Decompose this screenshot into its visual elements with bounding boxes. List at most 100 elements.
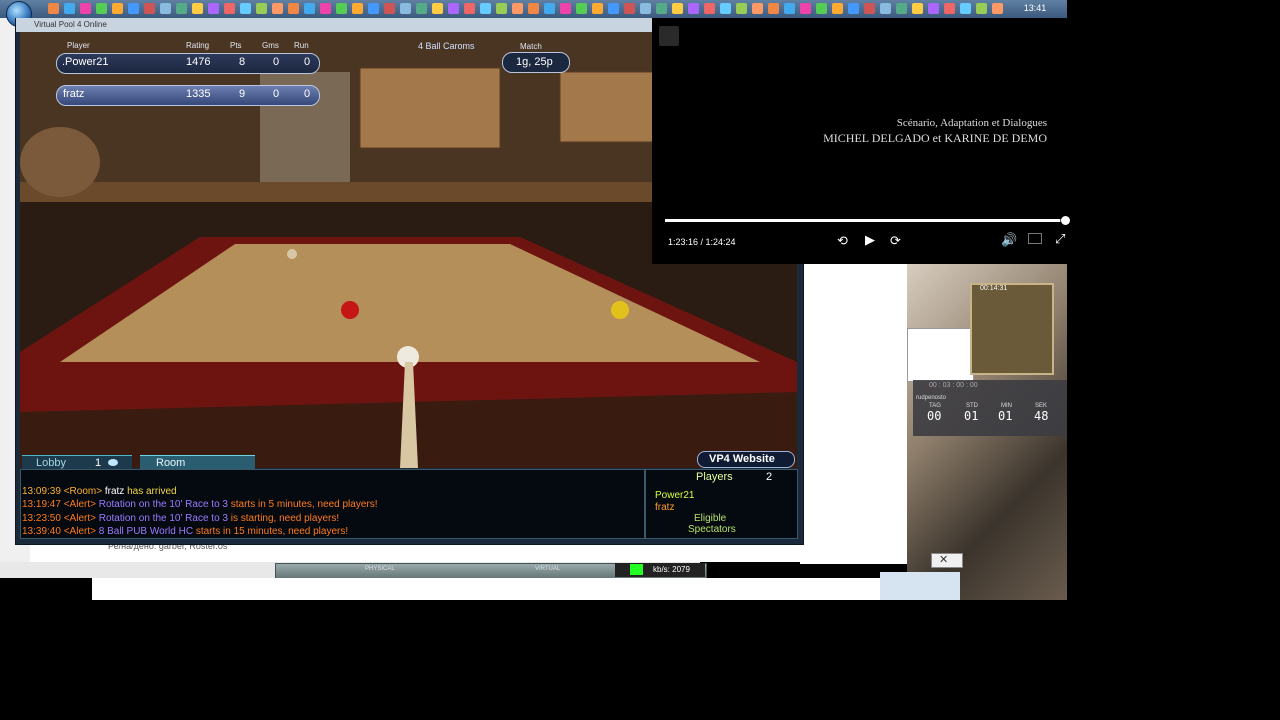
- taskbar-app-icon[interactable]: [672, 3, 683, 14]
- taskbar-app-icon[interactable]: [448, 3, 459, 14]
- taskbar-app-icon[interactable]: [400, 3, 411, 14]
- header-pts: Pts: [230, 41, 242, 50]
- video-credits-line1: Scénario, Adaptation et Dialogues: [896, 117, 1047, 129]
- taskbar-app-icon[interactable]: [752, 3, 763, 14]
- taskbar-app-icon[interactable]: [976, 3, 987, 14]
- taskbar-app-icon[interactable]: [720, 3, 731, 14]
- taskbar-app-icon[interactable]: [832, 3, 843, 14]
- taskbar-app-icon[interactable]: [704, 3, 715, 14]
- taskbar-app-icon[interactable]: [224, 3, 235, 14]
- taskbar-app-icon[interactable]: [64, 3, 75, 14]
- taskbar-app-icon[interactable]: [128, 3, 139, 14]
- eye-icon: [108, 459, 118, 466]
- player-list-item[interactable]: Power21: [655, 490, 694, 501]
- taskbar-app-icon[interactable]: [608, 3, 619, 14]
- taskbar-clock[interactable]: 13:41: [1015, 3, 1055, 13]
- taskbar-app-icon[interactable]: [816, 3, 827, 14]
- forward-icon[interactable]: ⟳: [890, 233, 901, 249]
- vp4-website-button[interactable]: VP4 Website: [697, 451, 795, 468]
- taskbar-app-icon[interactable]: [512, 3, 523, 14]
- value-sek: 48: [1034, 409, 1049, 423]
- subtitles-icon[interactable]: [1028, 233, 1042, 244]
- header-gms: Gms: [262, 41, 279, 50]
- countdown-brand: rudpenosto: [916, 395, 947, 401]
- white-ball: [287, 249, 297, 259]
- yellow-ball: [611, 301, 629, 319]
- taskbar-app-icon[interactable]: [592, 3, 603, 14]
- taskbar-app-icon[interactable]: [384, 3, 395, 14]
- taskbar-app-icon[interactable]: [992, 3, 1003, 14]
- taskbar-app-icon[interactable]: [96, 3, 107, 14]
- play-icon[interactable]: ▶: [865, 232, 875, 248]
- taskbar-app-icon[interactable]: [208, 3, 219, 14]
- taskbar-app-icon[interactable]: [112, 3, 123, 14]
- video-progress-knob[interactable]: [1061, 216, 1070, 225]
- taskbar-app-icon[interactable]: [960, 3, 971, 14]
- bandwidth-readout: kb/s: 2079: [653, 565, 690, 574]
- fullscreen-icon[interactable]: ⤢: [1055, 231, 1065, 247]
- taskbar-app-icon[interactable]: [272, 3, 283, 14]
- taskbar-app-icon[interactable]: [768, 3, 779, 14]
- taskbar-app-icon[interactable]: [736, 3, 747, 14]
- taskbar-app-icon[interactable]: [640, 3, 651, 14]
- match-value: 1g, 25p: [516, 56, 553, 68]
- chat-time: 13:39:40: [22, 526, 61, 537]
- taskbar-app-icon[interactable]: [192, 3, 203, 14]
- player-rating: 1476: [186, 56, 211, 68]
- taskbar-app-icon[interactable]: [864, 3, 875, 14]
- taskbar-app-icon[interactable]: [800, 3, 811, 14]
- taskbar-app-icon[interactable]: [144, 3, 155, 14]
- chat-line: 13:23:50 <Alert> Rotation on the 10' Rac…: [22, 513, 339, 524]
- physical-label: PHYSICAL: [365, 566, 395, 572]
- rewind-icon[interactable]: ⟲: [837, 233, 848, 249]
- taskbar-app-icon[interactable]: [688, 3, 699, 14]
- taskbar-app-icon[interactable]: [944, 3, 955, 14]
- taskbar-app-icon[interactable]: [288, 3, 299, 14]
- taskbar-app-icon[interactable]: [560, 3, 571, 14]
- value-tag: 00: [927, 409, 942, 423]
- taskbar-app-icon[interactable]: [464, 3, 475, 14]
- taskbar-app-icon[interactable]: [784, 3, 795, 14]
- taskbar-app-icon[interactable]: [848, 3, 859, 14]
- taskbar-app-icon[interactable]: [528, 3, 539, 14]
- taskbar-app-icon[interactable]: [656, 3, 667, 14]
- vp4-website-label: VP4 Website: [709, 453, 775, 465]
- tab-lobby[interactable]: Lobby 1: [22, 455, 132, 470]
- taskbar-app-icon[interactable]: [912, 3, 923, 14]
- chat-tag: <Alert>: [63, 499, 96, 510]
- taskbar-app-icon[interactable]: [480, 3, 491, 14]
- taskbar-app-icon[interactable]: [496, 3, 507, 14]
- taskbar-app-icon[interactable]: [544, 3, 555, 14]
- picture-in-picture-icon[interactable]: [659, 26, 679, 46]
- tab-lobby-count: 1: [95, 457, 102, 469]
- taskbar-app-icon[interactable]: [320, 3, 331, 14]
- puzzle-widget[interactable]: 00:14:31: [970, 283, 1054, 375]
- mini-window-content: [880, 572, 960, 600]
- taskbar-app-icon[interactable]: [336, 3, 347, 14]
- vp4-titlebar[interactable]: [16, 18, 652, 32]
- tab-room[interactable]: Room: [140, 455, 255, 470]
- taskbar-app-icon[interactable]: [304, 3, 315, 14]
- tab-lobby-label: Lobby: [36, 457, 66, 469]
- barrel: [20, 127, 100, 197]
- chat-time: 13:09:39: [22, 486, 61, 497]
- taskbar-app-icon[interactable]: [880, 3, 891, 14]
- taskbar-app-icon[interactable]: [240, 3, 251, 14]
- taskbar-app-icon[interactable]: [928, 3, 939, 14]
- taskbar-app-icon[interactable]: [416, 3, 427, 14]
- taskbar-app-icon[interactable]: [896, 3, 907, 14]
- player-list-item[interactable]: fratz: [655, 502, 674, 513]
- taskbar-app-icon[interactable]: [160, 3, 171, 14]
- taskbar-app-icon[interactable]: [576, 3, 587, 14]
- taskbar-app-icon[interactable]: [352, 3, 363, 14]
- taskbar-app-icon[interactable]: [432, 3, 443, 14]
- taskbar-app-icon[interactable]: [48, 3, 59, 14]
- taskbar-app-icon[interactable]: [368, 3, 379, 14]
- taskbar-app-icon[interactable]: [80, 3, 91, 14]
- volume-icon[interactable]: 🔊: [1001, 232, 1017, 248]
- taskbar-app-icon[interactable]: [624, 3, 635, 14]
- thumbnail-preview[interactable]: [907, 328, 974, 382]
- close-icon[interactable]: ✕: [939, 553, 948, 566]
- taskbar-app-icon[interactable]: [176, 3, 187, 14]
- taskbar-app-icon[interactable]: [256, 3, 267, 14]
